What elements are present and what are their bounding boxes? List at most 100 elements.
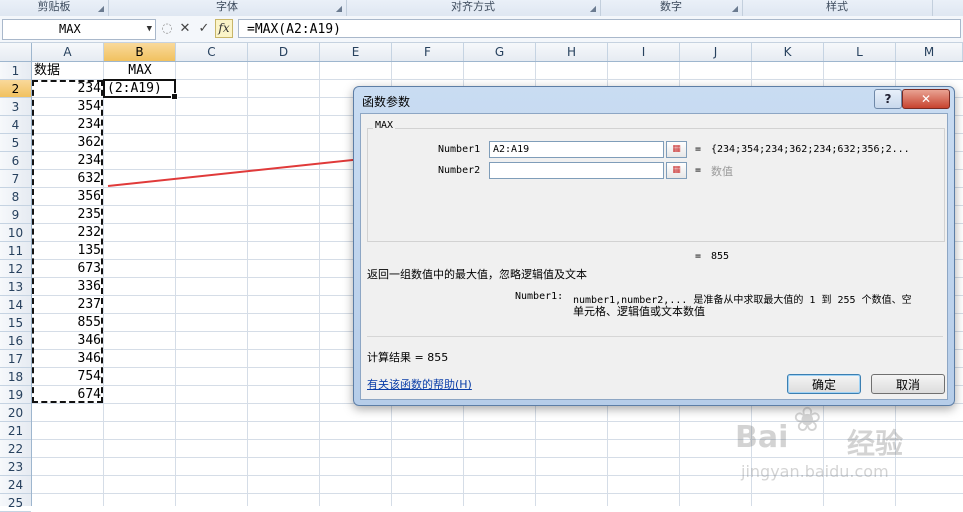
row-header[interactable]: 1 (0, 62, 31, 80)
collapse-dialog-icon[interactable]: ▦ (666, 162, 687, 179)
formula-bar-splitter-icon[interactable]: ◌ (158, 19, 176, 38)
row-header[interactable]: 10 (0, 224, 31, 242)
number1-equals: = (695, 144, 702, 155)
row-header[interactable]: 15 (0, 314, 31, 332)
collapse-dialog-icon[interactable]: ▦ (666, 141, 687, 158)
baidu-watermark: Bai ❀ 经验 jingyan.baidu.com (735, 400, 960, 500)
dialog-launcher-icon[interactable]: ◢ (98, 2, 104, 15)
formula-input[interactable]: =MAX(A2:A19) (238, 19, 961, 38)
cancel-button[interactable]: 取消 (871, 374, 945, 394)
row-header[interactable]: 24 (0, 476, 31, 494)
row-header[interactable]: 21 (0, 422, 31, 440)
ribbon-group-font: 字体 ◢ (108, 0, 347, 16)
watermark-brand-2: 经验 (847, 427, 904, 460)
row-header[interactable]: 5 (0, 134, 31, 152)
arg-help-label: Number1: (515, 291, 564, 302)
row-header[interactable]: 9 (0, 206, 31, 224)
dialog-launcher-icon[interactable]: ◢ (732, 2, 738, 15)
number2-result: 数值 (711, 165, 733, 178)
active-cell-b2[interactable]: (2:A19) (103, 79, 178, 100)
ribbon-group-alignment: 对齐方式 ◢ (346, 0, 601, 16)
column-header-j[interactable]: J (680, 43, 752, 61)
ok-button[interactable]: 确定 (787, 374, 861, 394)
row-header-column: 1 2 3 4 5 6 7 8 9 10 11 12 13 14 15 16 1… (0, 62, 32, 512)
name-box-value: MAX (59, 22, 81, 36)
column-header-h[interactable]: H (536, 43, 608, 61)
ribbon-group-label: 字体 (216, 0, 238, 13)
function-arguments-dialog: 函数参数 ? ✕ MAX Number1 A2:A19 ▦ = {234;354… (353, 86, 955, 406)
dialog-launcher-icon[interactable]: ◢ (590, 2, 596, 15)
row-header[interactable]: 3 (0, 98, 31, 116)
select-all-corner[interactable] (0, 43, 32, 61)
number2-equals: = (695, 165, 702, 176)
ribbon-group-label: 对齐方式 (451, 0, 495, 13)
ribbon-group-styles: 样式 (742, 0, 933, 16)
copy-range-marquee (32, 80, 103, 403)
dialog-body: MAX Number1 A2:A19 ▦ = {234;354;234;362;… (360, 113, 948, 400)
fill-handle[interactable] (171, 93, 178, 100)
ribbon-group-label: 剪贴板 (37, 0, 71, 13)
function-help-link[interactable]: 有关该函数的帮助(H) (367, 376, 472, 392)
cell-a1[interactable]: 数据 (32, 62, 104, 80)
row-header[interactable]: 18 (0, 368, 31, 386)
column-header-l[interactable]: L (824, 43, 896, 61)
column-header-k[interactable]: K (752, 43, 824, 61)
row-header[interactable]: 13 (0, 278, 31, 296)
arg-help-line2: 单元格、逻辑值或文本数值 (573, 305, 705, 318)
row-header[interactable]: 16 (0, 332, 31, 350)
insert-function-button[interactable]: fx (215, 19, 233, 38)
total-equals: = (695, 251, 702, 262)
divider (367, 336, 943, 337)
ribbon-group-number: 数字 ◢ (600, 0, 743, 16)
column-header-i[interactable]: I (608, 43, 680, 61)
name-box[interactable]: MAX ▼ (2, 19, 156, 40)
column-header-b[interactable]: B (104, 43, 176, 61)
function-name-label: MAX (373, 120, 396, 131)
cell-b1[interactable]: MAX (104, 62, 176, 80)
ribbon-group-strip: 剪贴板 ◢ 字体 ◢ 对齐方式 ◢ 数字 ◢ 样式 (0, 0, 963, 17)
column-header-g[interactable]: G (464, 43, 536, 61)
chevron-down-icon[interactable]: ▼ (147, 20, 152, 39)
row-header[interactable]: 25 (0, 494, 31, 512)
calc-result: 计算结果 = 855 (367, 351, 449, 364)
dialog-title: 函数参数 (362, 95, 411, 109)
formula-bar: MAX ▼ ◌ ✕ ✓ fx =MAX(A2:A19) (0, 16, 963, 43)
number2-input[interactable] (489, 162, 664, 179)
row-header[interactable]: 22 (0, 440, 31, 458)
row-header[interactable]: 14 (0, 296, 31, 314)
row-header[interactable]: 2 (0, 80, 31, 98)
paw-icon: ❀ (793, 400, 822, 440)
row-header[interactable]: 7 (0, 170, 31, 188)
row-header[interactable]: 11 (0, 242, 31, 260)
function-description: 返回一组数值中的最大值，忽略逻辑值及文本 (367, 268, 587, 281)
number1-result: {234;354;234;362;234;632;356;2... (711, 144, 910, 155)
row-header[interactable]: 19 (0, 386, 31, 404)
ribbon-group-label: 样式 (826, 0, 848, 13)
cell-b2-edit-text: (2:A19) (107, 81, 162, 96)
column-header-m[interactable]: M (896, 43, 963, 61)
row-header[interactable]: 6 (0, 152, 31, 170)
number1-input[interactable]: A2:A19 (489, 141, 664, 158)
row-header[interactable]: 20 (0, 404, 31, 422)
ribbon-group-label: 数字 (660, 0, 682, 13)
row-header[interactable]: 8 (0, 188, 31, 206)
column-header-a[interactable]: A (32, 43, 104, 61)
column-header-f[interactable]: F (392, 43, 464, 61)
help-button[interactable]: ? (874, 89, 902, 109)
column-header-row: A B C D E F G H I J K L M (0, 43, 963, 62)
number1-label: Number1 (438, 144, 481, 155)
row-header[interactable]: 12 (0, 260, 31, 278)
cancel-entry-icon[interactable]: ✕ (176, 19, 194, 38)
column-header-c[interactable]: C (176, 43, 248, 61)
close-button[interactable]: ✕ (902, 89, 950, 109)
ribbon-group-clipboard: 剪贴板 ◢ (0, 0, 109, 16)
column-header-d[interactable]: D (248, 43, 320, 61)
dialog-launcher-icon[interactable]: ◢ (336, 2, 342, 15)
row-header[interactable]: 4 (0, 116, 31, 134)
row-header[interactable]: 17 (0, 350, 31, 368)
total-result: 855 (711, 251, 730, 262)
enter-entry-icon[interactable]: ✓ (195, 19, 213, 38)
watermark-url: jingyan.baidu.com (741, 462, 889, 481)
column-header-e[interactable]: E (320, 43, 392, 61)
row-header[interactable]: 23 (0, 458, 31, 476)
